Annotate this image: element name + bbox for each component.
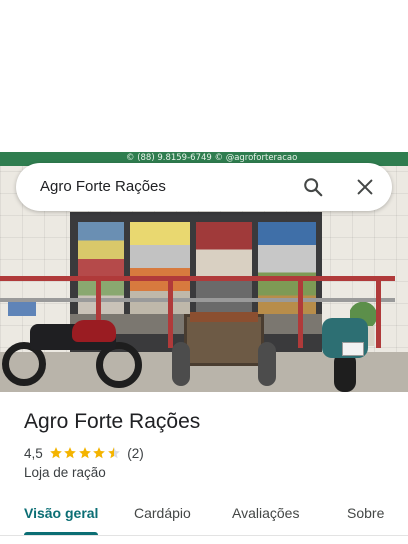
photo-railing-post [298, 276, 303, 348]
rating-row[interactable]: 4,5 (2) [24, 445, 144, 461]
tab-about[interactable]: Sobre [347, 505, 384, 521]
tab-overview[interactable]: Visão geral [24, 505, 98, 521]
rating-value: 4,5 [24, 445, 43, 461]
search-icon[interactable] [302, 176, 324, 198]
photo-motorcycle-tank [72, 320, 116, 342]
star-icon [49, 447, 62, 459]
search-bar[interactable]: Agro Forte Rações [16, 163, 392, 211]
photo-railing [0, 298, 395, 302]
search-input[interactable]: Agro Forte Rações [40, 178, 166, 195]
tab-bar: Visão geral Cardápio Avaliações Sobre [0, 496, 408, 544]
place-title: Agro Forte Rações [24, 410, 201, 433]
photo-railing [0, 276, 395, 281]
star-rating [49, 446, 122, 460]
tab-menu[interactable]: Cardápio [134, 505, 191, 521]
photo-license-plate [342, 342, 364, 356]
tab-reviews[interactable]: Avaliações [232, 505, 299, 521]
photo-cart-wheel [258, 342, 276, 386]
photo-motorcycle-tire [334, 352, 356, 392]
photo-cart-wheel [172, 342, 190, 386]
star-icon [93, 447, 106, 459]
photo-banner-text: © (88) 9.8159-6749 © @agroforteracao [126, 153, 298, 163]
photo-railing-post [168, 276, 173, 348]
photo-cart-top [190, 312, 258, 322]
star-icon [78, 447, 91, 459]
photo-motorcycle [314, 304, 374, 392]
close-icon[interactable] [354, 176, 376, 198]
photo-motorcycle [0, 312, 150, 392]
star-icon [64, 447, 77, 459]
top-blank-area [0, 0, 408, 152]
place-category[interactable]: Loja de ração [24, 465, 106, 480]
star-icon [107, 447, 120, 459]
photo-railing-post [376, 276, 381, 348]
tab-divider [0, 535, 408, 536]
review-count[interactable]: (2) [127, 446, 144, 461]
